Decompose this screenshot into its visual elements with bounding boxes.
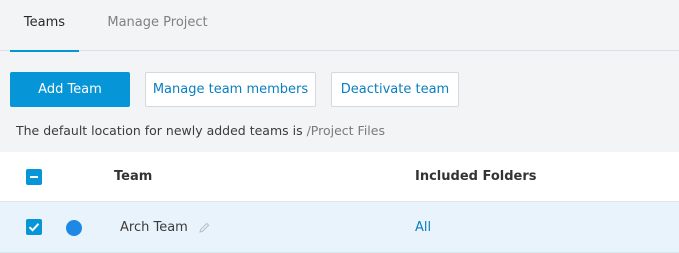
- column-header-included-folders[interactable]: Included Folders: [415, 152, 536, 202]
- included-folders-link[interactable]: All: [415, 202, 431, 253]
- team-name: Arch Team: [120, 220, 188, 235]
- default-location-info: The default location for newly added tea…: [16, 123, 385, 138]
- manage-team-members-button[interactable]: Manage team members: [145, 72, 316, 107]
- tab-bar: Teams Manage Project: [0, 0, 679, 52]
- add-team-button[interactable]: Add Team: [10, 72, 130, 107]
- checkmark-icon: [28, 223, 40, 232]
- table-header: Team Included Folders: [0, 152, 679, 202]
- default-location-text: The default location for newly added tea…: [16, 123, 307, 138]
- tab-manage-project[interactable]: Manage Project: [104, 0, 211, 51]
- minus-checkbox-icon: [30, 176, 38, 178]
- pencil-icon[interactable]: [199, 222, 210, 233]
- tab-teams[interactable]: Teams: [10, 0, 79, 52]
- team-color-dot: [66, 220, 82, 236]
- table-row[interactable]: Arch Team All: [0, 202, 679, 253]
- column-header-team[interactable]: Team: [114, 152, 152, 202]
- default-location-path: /Project Files: [306, 123, 385, 138]
- select-all-checkbox[interactable]: [26, 169, 42, 185]
- row-checkbox[interactable]: [26, 219, 42, 235]
- deactivate-team-button[interactable]: Deactivate team: [331, 72, 459, 107]
- teams-table: Team Included Folders Arch Team All: [0, 152, 679, 253]
